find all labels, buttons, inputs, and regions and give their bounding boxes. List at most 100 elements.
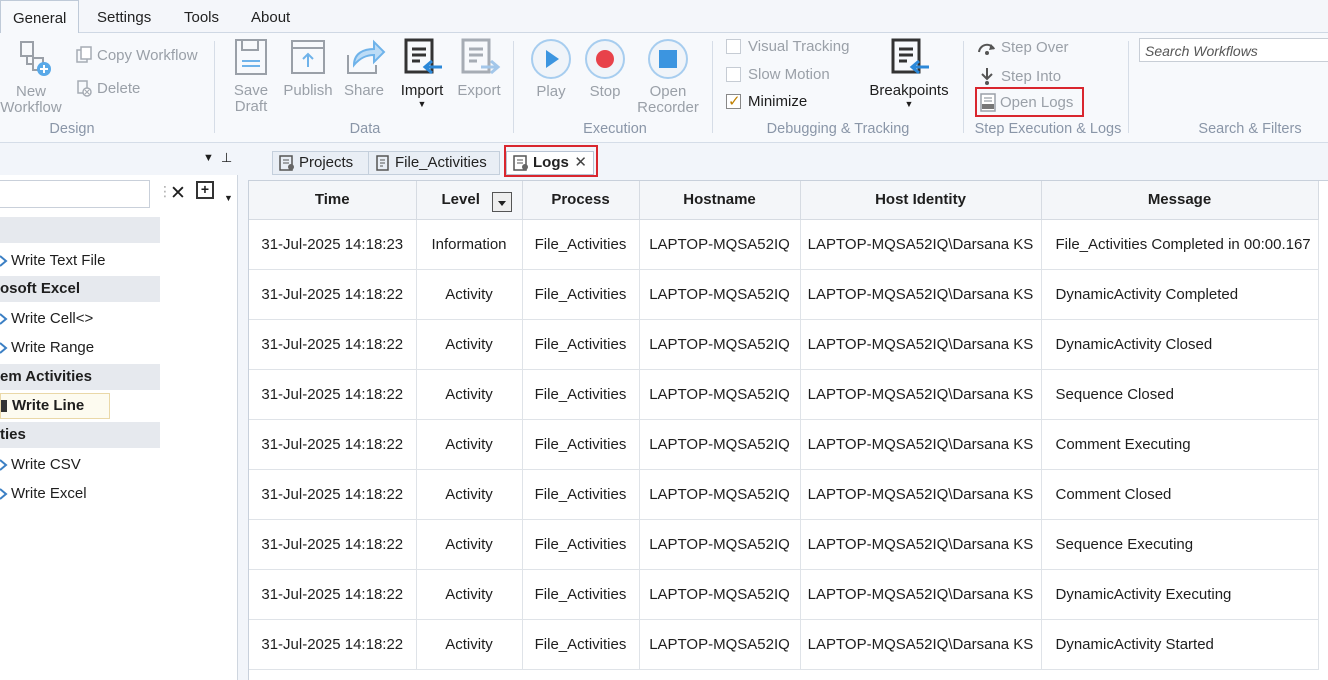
ribbon-divider <box>712 41 713 133</box>
publish-button[interactable]: Publish <box>280 37 336 99</box>
table-row[interactable]: 31-Jul-2025 14:18:22 Activity File_Activit… <box>249 369 1319 420</box>
tab-general[interactable]: General <box>0 0 80 34</box>
open-logs-highlight <box>975 87 1084 117</box>
workflow-file-icon <box>376 155 389 171</box>
minimize-check[interactable] <box>726 92 741 110</box>
stop-button[interactable]: Stop <box>581 38 629 100</box>
pin-icon[interactable]: ⊥ <box>221 150 232 166</box>
ribbon-divider <box>513 41 514 133</box>
export-button[interactable]: Export <box>454 37 504 99</box>
category-header[interactable]: ties <box>0 422 160 448</box>
step-over-label: Step Over <box>1001 39 1069 56</box>
minimize-label: Minimize <box>748 93 808 110</box>
message-cell: DynamicActivity Completed <box>1041 269 1319 320</box>
save-draft-button[interactable]: Save Draft <box>226 37 276 115</box>
list-item[interactable]: Write Range <box>0 335 160 361</box>
tab-projects-label: Projects <box>299 154 354 171</box>
play-button[interactable]: Play <box>527 38 575 100</box>
list-item[interactable]: Write CSV <box>0 452 160 478</box>
column-header-host-identity[interactable]: Host Identity <box>800 181 1042 220</box>
share-button[interactable]: Share <box>340 37 388 99</box>
level-cell: Activity <box>416 419 523 470</box>
category-header[interactable] <box>0 217 160 243</box>
export-label: Export <box>457 82 501 99</box>
tab-settings[interactable]: Settings <box>85 0 163 33</box>
column-header-message[interactable]: Message <box>1041 181 1319 220</box>
column-header-time[interactable]: Time <box>249 181 417 220</box>
document-tabs: Projects File_Activities Logs ✕ <box>238 145 1328 177</box>
table-row[interactable]: 31-Jul-2025 14:18:22 Activity File_Activit… <box>249 419 1319 470</box>
tab-projects[interactable]: Projects <box>272 151 376 175</box>
group-label-execution: Execution <box>583 121 647 137</box>
column-header-process[interactable]: Process <box>522 181 640 220</box>
share-label: Share <box>343 82 385 99</box>
activity-icon <box>0 342 8 354</box>
process-cell: File_Activities <box>522 269 640 320</box>
slow-motion-check[interactable] <box>726 67 741 82</box>
level-header-label: Level <box>441 191 480 209</box>
activity-search-input[interactable] <box>0 180 150 208</box>
step-over-icon <box>978 43 995 55</box>
table-row[interactable]: 31-Jul-2025 14:18:22 Activity File_Activit… <box>249 619 1319 670</box>
breakpoints-icon <box>891 38 929 75</box>
slow-motion-label: Slow Motion <box>748 66 830 83</box>
copy-workflow-button[interactable]: Copy Workflow <box>75 46 198 64</box>
host-identity-cell: LAPTOP-MQSA52IQ\Darsana KS <box>800 219 1042 270</box>
host-identity-cell: LAPTOP-MQSA52IQ\Darsana KS <box>800 569 1042 620</box>
activity-icon <box>1 400 7 412</box>
visual-tracking-check[interactable] <box>726 39 741 54</box>
play-icon <box>531 39 571 79</box>
level-filter-dropdown-icon[interactable] <box>491 192 512 212</box>
level-cell: Information <box>416 219 523 270</box>
step-over-button[interactable]: Step Over <box>977 39 1069 56</box>
time-cell: 31-Jul-2025 14:18:22 <box>249 369 417 420</box>
panel-dropdown-icon[interactable]: ▼ <box>203 152 214 164</box>
delete-button[interactable]: Delete <box>75 79 140 97</box>
new-workflow-button[interactable]: New Workflow <box>0 38 66 116</box>
process-cell: File_Activities <box>522 619 640 670</box>
expand-all-icon[interactable]: + <box>196 181 214 199</box>
time-cell: 31-Jul-2025 14:18:23 <box>249 219 417 270</box>
publish-label: Publish <box>283 82 333 99</box>
process-cell: File_Activities <box>522 219 640 270</box>
table-row[interactable]: 31-Jul-2025 14:18:22 Activity File_Activit… <box>249 319 1319 370</box>
message-cell: Sequence Executing <box>1041 519 1319 570</box>
table-row[interactable]: 31-Jul-2025 14:18:22 Activity File_Activit… <box>249 469 1319 520</box>
group-label-design: Design <box>49 121 95 137</box>
recorder-icon <box>648 39 688 79</box>
list-item[interactable]: Write Excel <box>0 481 160 507</box>
minimize-checkbox[interactable]: Minimize <box>726 92 808 110</box>
time-cell: 31-Jul-2025 14:18:22 <box>249 419 417 470</box>
hostname-cell: LAPTOP-MQSA52IQ <box>639 519 801 570</box>
publish-icon <box>291 40 325 74</box>
process-cell: File_Activities <box>522 419 640 470</box>
table-row[interactable]: 31-Jul-2025 14:18:22 Activity File_Activit… <box>249 519 1319 570</box>
options-dropdown-icon[interactable]: ▼ <box>224 193 233 203</box>
visual-tracking-checkbox[interactable]: Visual Tracking <box>726 38 849 55</box>
list-item[interactable]: Write Text File <box>0 248 160 274</box>
level-cell: Activity <box>416 569 523 620</box>
table-row[interactable]: 31-Jul-2025 14:18:22 Activity File_Activit… <box>249 269 1319 320</box>
host-identity-cell: LAPTOP-MQSA52IQ\Darsana KS <box>800 519 1042 570</box>
category-header[interactable]: em Activities <box>0 364 160 390</box>
import-button[interactable]: Import ▼ <box>394 37 450 109</box>
table-row[interactable]: 31-Jul-2025 14:18:22 Activity File_Activit… <box>249 569 1319 620</box>
list-item[interactable]: Write Cell<> <box>0 306 160 332</box>
tab-about[interactable]: About <box>239 0 302 33</box>
breakpoints-button[interactable]: Breakpoints ▼ <box>866 37 952 109</box>
tab-tools[interactable]: Tools <box>172 0 231 33</box>
table-row[interactable]: 31-Jul-2025 14:18:23 Information File_Acti… <box>249 219 1319 270</box>
category-header[interactable]: osoft Excel <box>0 276 160 302</box>
process-cell: File_Activities <box>522 569 640 620</box>
column-header-level[interactable]: Level <box>416 181 523 220</box>
message-cell: Comment Executing <box>1041 419 1319 470</box>
column-header-hostname[interactable]: Hostname <box>639 181 801 220</box>
list-item-selected[interactable]: Write Line <box>0 393 110 419</box>
clear-icon[interactable]: ✕ <box>170 182 186 205</box>
visual-tracking-label: Visual Tracking <box>748 38 850 55</box>
open-recorder-button[interactable]: Open Recorder <box>634 38 702 116</box>
tab-file-activities[interactable]: File_Activities <box>368 151 500 175</box>
step-into-button[interactable]: Step Into <box>977 66 1061 86</box>
slow-motion-checkbox[interactable]: Slow Motion <box>726 66 830 83</box>
search-workflows-input[interactable]: Search Workflows <box>1139 38 1328 62</box>
